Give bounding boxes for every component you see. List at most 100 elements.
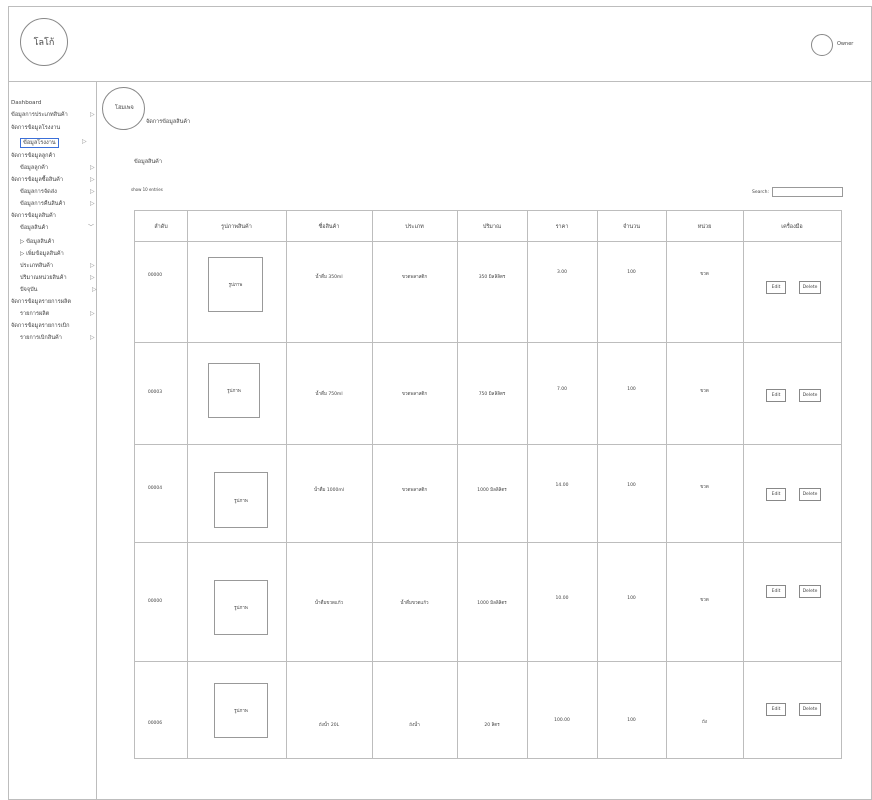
edit-button[interactable]: Edit bbox=[766, 281, 786, 294]
column-divider bbox=[457, 211, 458, 758]
column-header[interactable]: จำนวน bbox=[597, 211, 666, 242]
column-divider bbox=[743, 211, 744, 758]
sidebar-item[interactable]: ข้อมูลลูกค้า bbox=[20, 164, 48, 172]
product-type: ขวดพลาสติก bbox=[401, 392, 428, 397]
logo[interactable]: โลโก้ bbox=[20, 18, 68, 66]
sidebar: Dashboard ข้อมูลการประเภทสินค้า ▷ จัดการข้อ… bbox=[8, 82, 97, 800]
sidebar-item[interactable]: ประเภทสินค้า bbox=[20, 262, 53, 270]
product-image-placeholder: รูปภาพ bbox=[208, 363, 260, 418]
product-qty: 100 bbox=[627, 483, 636, 488]
chevron-right-icon[interactable]: ▷ bbox=[90, 310, 95, 318]
search-input[interactable] bbox=[772, 187, 843, 197]
product-volume: 750 มิลลิลิตร bbox=[478, 392, 506, 397]
edit-button[interactable]: Edit bbox=[766, 585, 786, 598]
sidebar-item[interactable]: Dashboard bbox=[11, 99, 41, 107]
delete-button[interactable]: Delete bbox=[799, 488, 821, 501]
chevron-down-icon[interactable]: ﹀ bbox=[88, 224, 94, 232]
product-type: ขวดพลาสติก bbox=[401, 488, 428, 493]
product-type: ถังน้ำ bbox=[409, 723, 420, 728]
chevron-right-icon[interactable]: ▷ bbox=[90, 334, 95, 342]
chevron-right-icon[interactable]: ▷ bbox=[90, 188, 95, 196]
sidebar-item[interactable]: รายการผลิต bbox=[20, 310, 49, 318]
sidebar-item[interactable]: จัดการข้อมูลซื้อสินค้า bbox=[11, 176, 63, 184]
product-price: 14.00 bbox=[555, 483, 569, 488]
column-header[interactable]: ราคา bbox=[527, 211, 597, 242]
row-divider bbox=[135, 661, 841, 662]
column-header[interactable]: ชื่อสินค้า bbox=[286, 211, 372, 242]
breadcrumb: จัดการข้อมูลสินค้า bbox=[146, 119, 191, 125]
sidebar-item[interactable]: ▷ ข้อมูลสินค้า bbox=[20, 238, 55, 246]
sidebar-item[interactable]: ข้อมูลโรงงาน bbox=[20, 138, 59, 148]
sidebar-item[interactable]: จัดการข้อมูลโรงงาน bbox=[11, 124, 60, 132]
chevron-right-icon[interactable]: ▷ bbox=[90, 200, 95, 208]
edit-button[interactable]: Edit bbox=[766, 389, 786, 402]
product-image-label: รูปภาพ bbox=[234, 606, 248, 611]
chevron-right-icon[interactable]: ▷ bbox=[90, 111, 95, 119]
row-divider bbox=[135, 444, 841, 445]
chevron-right-icon[interactable]: ▷ bbox=[90, 262, 95, 270]
sidebar-item[interactable]: จัดการข้อมูลรายการผลิต bbox=[11, 298, 71, 306]
sidebar-item[interactable]: จัดการข้อมูลลูกค้า bbox=[11, 152, 55, 160]
column-header[interactable]: รูปภาพสินค้า bbox=[187, 211, 286, 242]
product-volume: 350 มิลลิลิตร bbox=[478, 275, 506, 280]
product-price: 7.00 bbox=[556, 387, 568, 392]
sidebar-item[interactable]: ข้อมูลการจัดส่ง bbox=[20, 188, 57, 196]
chevron-right-icon[interactable]: ▷ bbox=[92, 286, 97, 294]
home-label[interactable]: โฮมเพจ bbox=[115, 104, 134, 112]
product-volume: 1000 มิลลิลิตร bbox=[477, 601, 507, 606]
product-unit: ขวด bbox=[700, 272, 709, 277]
product-unit: ขวด bbox=[700, 389, 709, 394]
section-title: ข้อมูลสินค้า bbox=[134, 159, 162, 165]
chevron-right-icon[interactable]: ▷ bbox=[90, 164, 95, 172]
sidebar-item[interactable]: ข้อมูลสินค้า bbox=[20, 224, 48, 232]
product-unit: ขวด bbox=[700, 598, 709, 603]
sidebar-item[interactable]: ข้อมูลการคืนสินค้า bbox=[20, 200, 66, 208]
product-image-placeholder: รูปภาพ bbox=[214, 580, 268, 635]
owner-avatar[interactable] bbox=[811, 34, 833, 56]
delete-button[interactable]: Delete bbox=[799, 585, 821, 598]
column-header[interactable]: ปริมาณ bbox=[457, 211, 527, 242]
product-price: 100.00 bbox=[554, 718, 570, 723]
column-header[interactable]: ประเภท bbox=[372, 211, 457, 242]
product-image-placeholder: รูปภาพ bbox=[214, 683, 268, 738]
column-header[interactable]: เครื่องมือ bbox=[743, 211, 841, 242]
product-name: น้ำดื่ม 750ml bbox=[315, 392, 343, 397]
product-qty: 100 bbox=[627, 387, 636, 392]
product-image-label: รูปภาพ bbox=[228, 283, 243, 288]
product-qty: 100 bbox=[627, 270, 636, 275]
sidebar-item[interactable]: จัดการข้อมูลสินค้า bbox=[11, 212, 56, 220]
column-divider bbox=[597, 211, 598, 758]
chevron-right-icon[interactable]: ▷ bbox=[90, 274, 95, 282]
row-id: 00006 bbox=[147, 721, 163, 726]
column-header[interactable]: หน่วย bbox=[666, 211, 743, 242]
row-id: 00000 bbox=[147, 599, 163, 604]
sidebar-item[interactable]: ▷ เพิ่มข้อมูลสินค้า bbox=[20, 250, 64, 258]
product-name: ถังน้ำ 20L bbox=[318, 723, 340, 728]
delete-button[interactable]: Delete bbox=[799, 389, 821, 402]
edit-button[interactable]: Edit bbox=[766, 488, 786, 501]
sidebar-item[interactable]: จัดการข้อมูลรายการเบิก bbox=[11, 322, 70, 330]
product-volume: 1000 มิลลิลิตร bbox=[477, 488, 507, 493]
chevron-right-icon[interactable]: ▷ bbox=[82, 138, 87, 146]
product-image-label: รูปภาพ bbox=[227, 389, 241, 394]
chevron-right-icon[interactable]: ▷ bbox=[90, 176, 95, 184]
product-price: 3.00 bbox=[556, 270, 568, 275]
product-name: น้ำดื่ม 350ml bbox=[315, 275, 343, 280]
product-unit: ถัง bbox=[702, 720, 707, 725]
sidebar-item[interactable]: ปัจจุบัน bbox=[20, 286, 37, 294]
owner-label[interactable]: Owner bbox=[837, 41, 853, 47]
search-label: Search: bbox=[752, 190, 769, 195]
product-type: น้ำดื่มขวดแก้ว bbox=[400, 601, 429, 606]
product-price: 10.00 bbox=[555, 596, 569, 601]
product-name: น้ำดื่มขวดแก้ว bbox=[314, 601, 344, 606]
edit-button[interactable]: Edit bbox=[766, 703, 786, 716]
product-name: น้ำดื่ม 1000ml bbox=[313, 488, 345, 493]
sidebar-item[interactable]: รายการเบิกสินค้า bbox=[20, 334, 62, 342]
delete-button[interactable]: Delete bbox=[799, 703, 821, 716]
column-header[interactable]: ลำดับ bbox=[135, 211, 187, 242]
product-type: ขวดพลาสติก bbox=[401, 275, 428, 280]
show-entries-select[interactable]: show 10 entries bbox=[131, 187, 163, 192]
sidebar-item[interactable]: ข้อมูลการประเภทสินค้า bbox=[11, 111, 68, 119]
sidebar-item[interactable]: ปริมาณหน่วยสินค้า bbox=[20, 274, 67, 282]
delete-button[interactable]: Delete bbox=[799, 281, 821, 294]
